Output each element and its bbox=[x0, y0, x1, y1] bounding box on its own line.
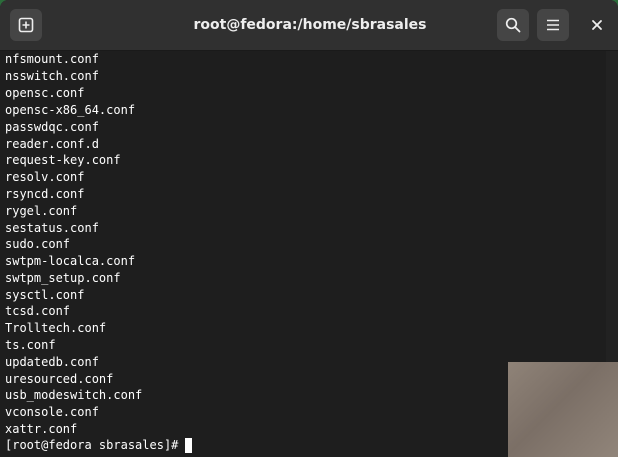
prompt-text: [root@fedora sbrasales]# bbox=[5, 438, 179, 452]
output-line: updatedb.conf bbox=[5, 355, 99, 369]
close-icon bbox=[592, 20, 602, 30]
output-line: usb_modeswitch.conf bbox=[5, 388, 143, 402]
output-line: nfsmount.conf bbox=[5, 52, 99, 66]
webcam-overlay bbox=[508, 362, 618, 457]
output-line: swtpm_setup.conf bbox=[5, 271, 121, 285]
output-line: opensc.conf bbox=[5, 86, 85, 100]
output-line: opensc-x86_64.conf bbox=[5, 103, 136, 117]
output-line: sudo.conf bbox=[5, 237, 71, 251]
output-line: sestatus.conf bbox=[5, 221, 99, 235]
window-title: root@fedora:/home/sbrasales bbox=[193, 17, 427, 33]
output-line: passwdqc.conf bbox=[5, 120, 99, 134]
output-line: sysctl.conf bbox=[5, 288, 85, 302]
output-line: rsyncd.conf bbox=[5, 187, 85, 201]
output-line: resolv.conf bbox=[5, 170, 85, 184]
main-menu-button[interactable] bbox=[537, 9, 569, 41]
new-tab-button[interactable] bbox=[10, 9, 42, 41]
output-line: vconsole.conf bbox=[5, 405, 99, 419]
command-prompt[interactable]: [root@fedora sbrasales]# bbox=[5, 437, 193, 454]
output-line: request-key.conf bbox=[5, 153, 121, 167]
output-line: rygel.conf bbox=[5, 204, 78, 218]
close-button[interactable] bbox=[582, 9, 612, 41]
output-line: xattr.conf bbox=[5, 422, 78, 436]
text-cursor bbox=[185, 438, 193, 453]
hamburger-menu-icon bbox=[547, 19, 559, 31]
output-line: swtpm-localca.conf bbox=[5, 254, 136, 268]
output-line: tcsd.conf bbox=[5, 304, 71, 318]
headerbar: root@fedora:/home/sbrasales bbox=[0, 0, 618, 51]
search-icon bbox=[505, 17, 521, 33]
output-line: nsswitch.conf bbox=[5, 69, 99, 83]
new-tab-icon bbox=[18, 17, 34, 33]
output-line: uresourced.conf bbox=[5, 372, 114, 386]
output-line: reader.conf.d bbox=[5, 137, 99, 151]
output-line: ts.conf bbox=[5, 338, 56, 352]
terminal-window: root@fedora:/home/sbrasales nfsmount.con… bbox=[0, 0, 618, 457]
output-line: Trolltech.conf bbox=[5, 321, 107, 335]
search-button[interactable] bbox=[497, 9, 529, 41]
